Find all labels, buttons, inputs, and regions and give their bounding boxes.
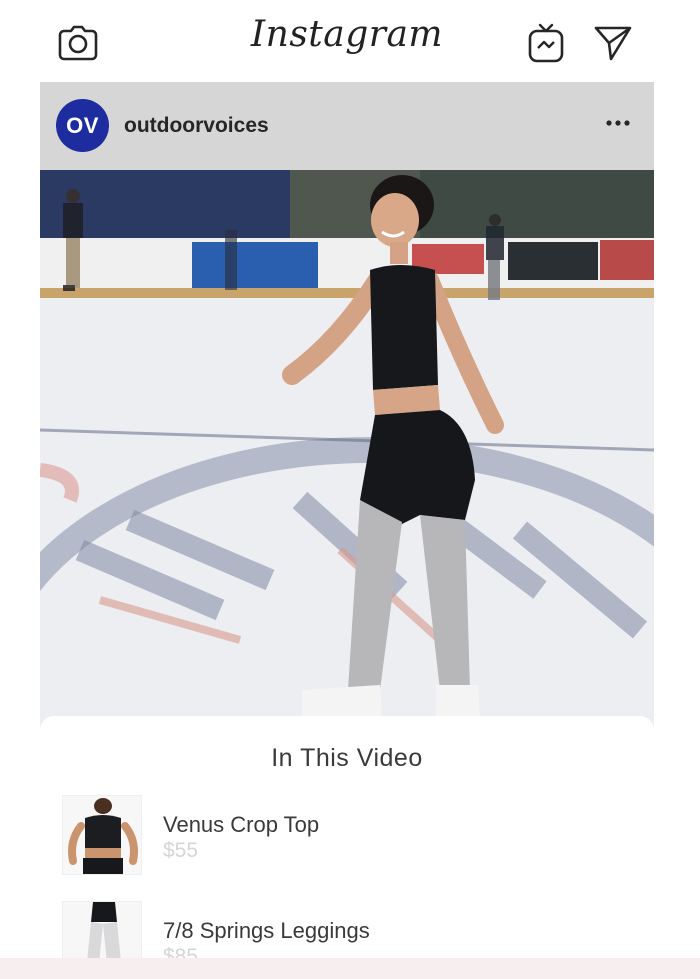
product-thumbnail[interactable] (62, 795, 142, 875)
instagram-screen: Instagram OV outdoorvoices In This Video… (40, 0, 654, 979)
post-username[interactable]: outdoorvoices (124, 114, 269, 138)
product-name[interactable]: Venus Crop Top (163, 812, 319, 838)
sheet-title: In This Video (271, 744, 423, 772)
product-item[interactable]: Venus Crop Top $55 (62, 795, 622, 879)
more-options-icon[interactable] (603, 112, 633, 138)
avatar[interactable]: OV (56, 99, 109, 152)
igtv-icon[interactable] (525, 22, 567, 64)
bottom-edge (0, 958, 700, 979)
shopping-bottom-sheet: In This Video Venus Crop Top $55 7/8 Spr… (40, 716, 654, 979)
post-header: OV outdoorvoices (40, 82, 654, 170)
product-price: $55 (163, 839, 199, 862)
post-video[interactable] (40, 170, 654, 730)
direct-message-icon[interactable] (592, 22, 634, 64)
top-navigation-bar: Instagram (40, 0, 654, 80)
product-name[interactable]: 7/8 Springs Leggings (163, 918, 370, 944)
